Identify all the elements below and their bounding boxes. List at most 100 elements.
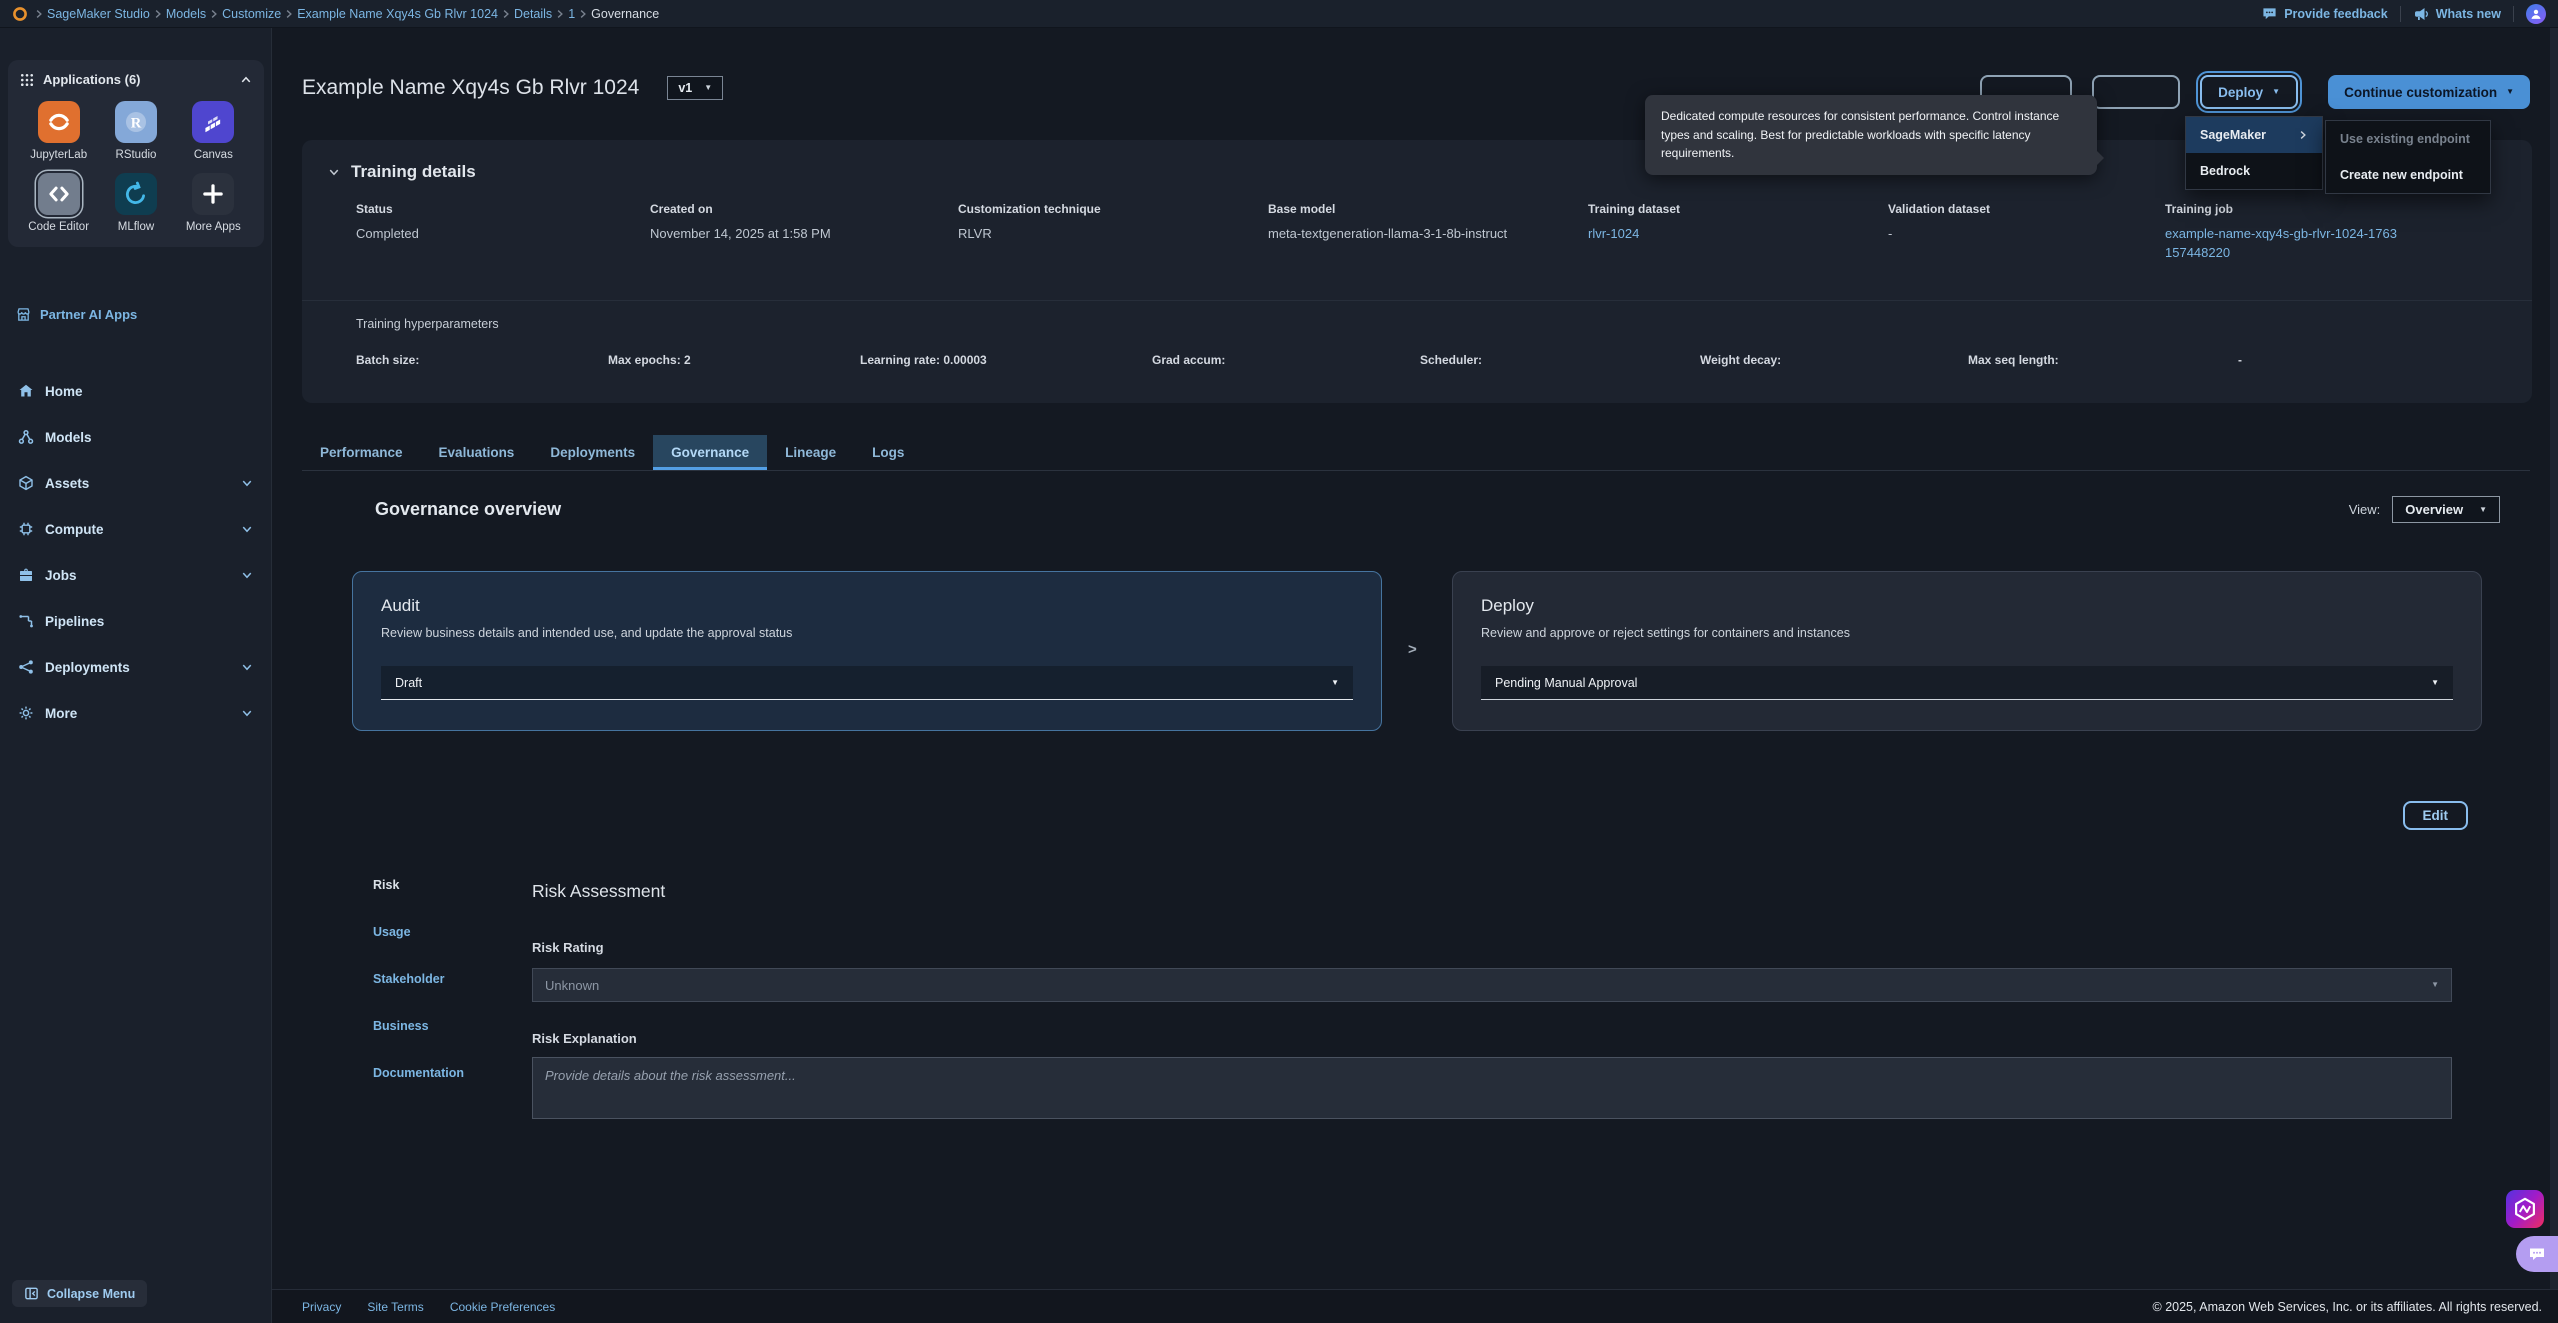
anchor-stakeholder[interactable]: Stakeholder <box>373 972 464 986</box>
risk-assessment-heading: Risk Assessment <box>532 881 665 902</box>
sidebar-item-label: Deployments <box>45 660 130 675</box>
app-more-apps[interactable]: More Apps <box>186 173 241 233</box>
whats-new-link[interactable]: Whats new <box>2413 6 2501 22</box>
rstudio-icon: R <box>122 108 150 136</box>
sidebar-item-models[interactable]: Models <box>0 414 271 460</box>
field-value-training-job[interactable]: example-name-xqy4s-gb-rlvr-1024-17631574… <box>2165 225 2433 263</box>
hyperparameter-6: Max seq length: <box>1968 353 2238 367</box>
risk-rating-label: Risk Rating <box>532 940 604 955</box>
sidebar-item-assets[interactable]: Assets <box>0 460 271 506</box>
chevron-right-icon <box>555 9 565 19</box>
breadcrumb-item-sagemaker-studio[interactable]: SageMaker Studio <box>47 7 150 21</box>
version-value: v1 <box>678 81 692 95</box>
app-rstudio[interactable]: RRStudio <box>115 101 157 161</box>
page-header: Example Name Xqy4s Gb Rlvr 1024 v1 ▼ <box>302 76 723 100</box>
sidebar-item-label: Compute <box>45 522 104 537</box>
breadcrumb-item-details[interactable]: Details <box>514 7 552 21</box>
hidden-action-button-2[interactable] <box>2092 75 2180 109</box>
breadcrumb-item-1[interactable]: 1 <box>568 7 575 21</box>
field-created-on: Created onNovember 14, 2025 at 1:58 PM <box>650 202 958 263</box>
sidebar-item-deployments[interactable]: Deployments <box>0 644 271 690</box>
deploy-button[interactable]: Deploy ▼ <box>2200 75 2298 109</box>
plus-icon <box>200 181 226 207</box>
provide-feedback-link[interactable]: Provide feedback <box>2262 6 2388 21</box>
governance-anchor-nav: Risk Usage Stakeholder Business Documentatio… <box>373 878 464 1080</box>
chat-widget-button[interactable] <box>2516 1236 2558 1272</box>
tab-performance[interactable]: Performance <box>302 435 421 470</box>
app-label-jupyterlab: JupyterLab <box>30 149 87 161</box>
anchor-risk[interactable]: Risk <box>373 878 464 892</box>
field-status: StatusCompleted <box>356 202 650 263</box>
audit-status-select[interactable]: Draft ▼ <box>381 666 1353 700</box>
deploy-card: Deploy Review and approve or reject sett… <box>1452 571 2482 731</box>
footer-link-privacy[interactable]: Privacy <box>302 1300 341 1314</box>
field-training-job: Training jobexample-name-xqy4s-gb-rlvr-1… <box>2165 202 2506 263</box>
applications-header[interactable]: Applications (6) <box>20 72 252 87</box>
tab-lineage[interactable]: Lineage <box>767 435 854 470</box>
menu-item-bedrock[interactable]: Bedrock <box>2186 153 2322 189</box>
collapse-menu-button[interactable]: Collapse Menu <box>12 1280 147 1307</box>
footer-link-cookie-preferences[interactable]: Cookie Preferences <box>450 1300 555 1314</box>
footer-links: Privacy Site Terms Cookie Preferences <box>302 1300 555 1314</box>
risk-explanation-textarea[interactable] <box>532 1057 2452 1119</box>
chevron-down-icon[interactable] <box>328 166 340 178</box>
training-details-fields: StatusCompletedCreated onNovember 14, 20… <box>302 182 2532 263</box>
risk-rating-select[interactable]: Unknown ▼ <box>532 968 2452 1002</box>
chevron-up-icon[interactable] <box>240 74 252 86</box>
menu-item-sagemaker[interactable]: SageMaker <box>2186 117 2322 153</box>
view-select-value: Overview <box>2405 502 2463 517</box>
more-apps-tile <box>192 173 234 215</box>
amazon-q-button[interactable] <box>2506 1190 2544 1228</box>
megaphone-icon <box>2413 6 2429 22</box>
storefront-icon <box>16 307 31 322</box>
tab-governance[interactable]: Governance <box>653 435 767 470</box>
vertical-scrollbar[interactable] <box>2550 28 2558 1323</box>
app-jupyterlab[interactable]: JupyterLab <box>30 101 87 161</box>
app-label-mlflow: MLflow <box>118 221 154 233</box>
partner-ai-apps-link[interactable]: Partner AI Apps <box>16 307 137 322</box>
deploy-tooltip-text: Dedicated compute resources for consiste… <box>1661 109 2059 160</box>
sidebar-item-compute[interactable]: Compute <box>0 506 271 552</box>
field-label: Created on <box>650 202 958 216</box>
sidebar-item-home[interactable]: Home <box>0 368 271 414</box>
sidebar-item-more[interactable]: More <box>0 690 271 736</box>
tab-logs[interactable]: Logs <box>854 435 922 470</box>
chevron-right-icon <box>2298 130 2308 140</box>
tab-evaluations[interactable]: Evaluations <box>421 435 533 470</box>
user-avatar[interactable] <box>2526 4 2546 24</box>
app-canvas[interactable]: Canvas <box>192 101 234 161</box>
sidebar-item-jobs[interactable]: Jobs <box>0 552 271 598</box>
deployments-icon <box>18 659 34 675</box>
sidebar-item-label: Models <box>45 430 92 445</box>
audit-card-title: Audit <box>381 596 1353 616</box>
deploy-status-select[interactable]: Pending Manual Approval ▼ <box>1481 666 2453 700</box>
field-label: Status <box>356 202 650 216</box>
edit-button[interactable]: Edit <box>2403 801 2469 830</box>
version-select[interactable]: v1 ▼ <box>667 76 723 100</box>
sidebar-item-label: More <box>45 706 77 721</box>
breadcrumb-item-example-name-xqy4s-gb-rlvr-1024[interactable]: Example Name Xqy4s Gb Rlvr 1024 <box>297 7 498 21</box>
menu-item-label: Bedrock <box>2200 164 2250 178</box>
code-editor-tile <box>38 173 80 215</box>
app-mlflow[interactable]: MLflow <box>115 173 157 233</box>
hyperparameter-2: Learning rate: 0.00003 <box>860 353 1152 367</box>
breadcrumb-trail: SageMaker Studio Models Customize Example N… <box>31 7 659 21</box>
footer-link-site-terms[interactable]: Site Terms <box>367 1300 423 1314</box>
sidebar-item-pipelines[interactable]: Pipelines <box>0 598 271 644</box>
continue-customization-button[interactable]: Continue customization ▼ <box>2328 75 2530 109</box>
anchor-documentation[interactable]: Documentation <box>373 1066 464 1080</box>
hyperparameters-section: Training hyperparameters Batch size:Max … <box>302 300 2532 367</box>
breadcrumb-item-customize[interactable]: Customize <box>222 7 281 21</box>
tab-deployments[interactable]: Deployments <box>532 435 653 470</box>
submenu-item-create-new-endpoint[interactable]: Create new endpoint <box>2326 157 2490 193</box>
anchor-usage[interactable]: Usage <box>373 925 464 939</box>
breadcrumb-item-models[interactable]: Models <box>166 7 206 21</box>
anchor-business[interactable]: Business <box>373 1019 464 1033</box>
app-code-editor[interactable]: Code Editor <box>28 173 89 233</box>
view-select[interactable]: Overview ▼ <box>2392 496 2500 523</box>
audit-status-value: Draft <box>395 676 422 690</box>
field-value-training-dataset[interactable]: rlvr-1024 <box>1588 225 1888 244</box>
chevron-right-icon <box>284 9 294 19</box>
aws-logo[interactable] <box>12 6 28 22</box>
chevron-down-icon <box>241 523 253 535</box>
